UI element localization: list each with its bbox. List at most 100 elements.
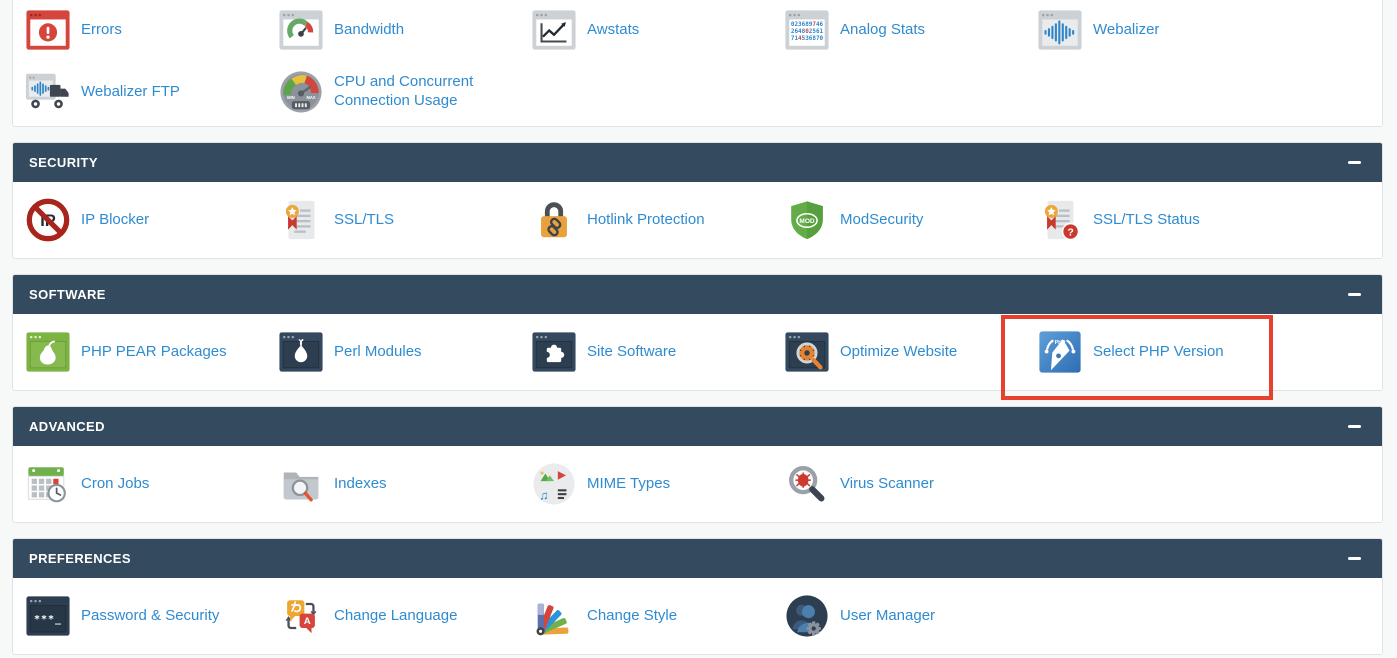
svg-text:MOD: MOD	[799, 218, 814, 225]
item-label: SSL/TLS Status	[1093, 211, 1200, 230]
section-body-metrics: Errors Bandwidth Awstats0236897462648025…	[13, 0, 1382, 126]
item-analog-stats[interactable]: 023689746264802561714536870 Analog Stats	[772, 6, 1025, 54]
section-title: PREFERENCES	[29, 551, 131, 566]
item-label: IP Blocker	[81, 211, 149, 230]
item-errors[interactable]: Errors	[13, 6, 266, 54]
item-label: Virus Scanner	[840, 475, 934, 494]
media-types-icon: ♫	[531, 461, 577, 507]
item-label: Bandwidth	[334, 21, 404, 40]
item-php-pear-packages[interactable]: PHP PEAR Packages	[13, 328, 266, 376]
bandwidth-icon	[278, 7, 324, 53]
section-title: SECURITY	[29, 155, 98, 170]
item-label: User Manager	[840, 607, 935, 626]
shield-icon: MOD	[784, 197, 830, 243]
php-gauge-icon: PHP	[1037, 329, 1083, 375]
item-mime-types[interactable]: ♫ MIME Types	[519, 460, 772, 508]
item-label: Change Style	[587, 607, 677, 626]
minus-icon	[1348, 293, 1361, 297]
item-awstats[interactable]: Awstats	[519, 6, 772, 54]
cpanel-home-page: Errors Bandwidth Awstats0236897462648025…	[0, 0, 1397, 655]
padlock-chain-icon	[531, 197, 577, 243]
section-body-security: IP IP Blocker SSL/TLS Hotlink Protection…	[13, 182, 1382, 258]
cpu-gauge-icon: MIN MAX	[278, 69, 324, 115]
item-label: Errors	[81, 21, 122, 40]
svg-text:714536870: 714536870	[791, 35, 824, 42]
minus-icon	[1348, 557, 1361, 561]
item-bandwidth[interactable]: Bandwidth	[266, 6, 519, 54]
item-cpu-concurrent-usage[interactable]: MIN MAX CPU and Concurrent Connection Us…	[266, 68, 519, 116]
item-modsecurity[interactable]: MOD ModSecurity	[772, 196, 1025, 244]
password-terminal-icon: ***_	[25, 593, 71, 639]
item-cron-jobs[interactable]: Cron Jobs	[13, 460, 266, 508]
section-title: SOFTWARE	[29, 287, 106, 302]
item-label: Analog Stats	[840, 21, 925, 40]
item-perl-modules[interactable]: Perl Modules	[266, 328, 519, 376]
item-label: Change Language	[334, 607, 457, 626]
minus-icon	[1348, 425, 1361, 429]
analog-stats-icon: 023689746264802561714536870	[784, 7, 830, 53]
item-label: PHP PEAR Packages	[81, 343, 227, 362]
section-body-preferences: ***_ Password & Security A Change Language…	[13, 578, 1382, 654]
item-label: Cron Jobs	[81, 475, 149, 494]
item-change-style[interactable]: Change Style	[519, 592, 772, 640]
section-header-security: SECURITY	[13, 143, 1382, 182]
item-label: Site Software	[587, 343, 676, 362]
item-ssl-tls[interactable]: SSL/TLS	[266, 196, 519, 244]
webalizer-icon	[1037, 7, 1083, 53]
section-metrics: Errors Bandwidth Awstats0236897462648025…	[12, 0, 1383, 127]
item-label: Webalizer FTP	[81, 83, 180, 102]
bug-magnifier-icon	[784, 461, 830, 507]
item-label: MIME Types	[587, 475, 670, 494]
section-security: SECURITY IP IP Blocker SSL/TLS Hotlink P…	[12, 142, 1383, 259]
svg-text:***_: ***_	[34, 614, 62, 625]
item-label: Perl Modules	[334, 343, 422, 362]
svg-text:?: ?	[1067, 226, 1073, 238]
svg-text:023689746: 023689746	[791, 21, 824, 28]
translate-icon: A	[278, 593, 324, 639]
item-password-security[interactable]: ***_ Password & Security	[13, 592, 266, 640]
item-label: SSL/TLS	[334, 211, 394, 230]
minus-icon	[1348, 161, 1361, 165]
item-ssl-tls-status[interactable]: ? SSL/TLS Status	[1025, 196, 1278, 244]
swatches-icon	[531, 593, 577, 639]
collapse-section-button[interactable]	[1346, 287, 1362, 303]
section-header-preferences: PREFERENCES	[13, 539, 1382, 578]
puzzle-icon	[531, 329, 577, 375]
item-label: ModSecurity	[840, 211, 923, 230]
onion-icon	[278, 329, 324, 375]
item-label: Hotlink Protection	[587, 211, 705, 230]
webalizer-ftp-icon	[25, 69, 71, 115]
item-virus-scanner[interactable]: Virus Scanner	[772, 460, 1025, 508]
item-select-php-version[interactable]: PHP Select PHP Version	[1025, 328, 1278, 376]
item-hotlink-protection[interactable]: Hotlink Protection	[519, 196, 772, 244]
section-header-advanced: ADVANCED	[13, 407, 1382, 446]
item-label: Indexes	[334, 475, 387, 494]
collapse-section-button[interactable]	[1346, 155, 1362, 171]
item-label: Password & Security	[81, 607, 219, 626]
svg-text:264802561: 264802561	[791, 28, 824, 35]
item-user-manager[interactable]: User Manager	[772, 592, 1025, 640]
item-label: Optimize Website	[840, 343, 957, 362]
errors-icon	[25, 7, 71, 53]
awstats-icon	[531, 7, 577, 53]
section-header-software: SOFTWARE	[13, 275, 1382, 314]
item-optimize-website[interactable]: Optimize Website	[772, 328, 1025, 376]
item-label: CPU and Concurrent Connection Usage	[334, 73, 511, 111]
certificate-icon	[278, 197, 324, 243]
item-indexes[interactable]: Indexes	[266, 460, 519, 508]
collapse-section-button[interactable]	[1346, 419, 1362, 435]
item-webalizer-ftp[interactable]: Webalizer FTP	[13, 68, 266, 116]
item-ip-blocker[interactable]: IP IP Blocker	[13, 196, 266, 244]
svg-text:MIN: MIN	[287, 95, 295, 100]
collapse-section-button[interactable]	[1346, 551, 1362, 567]
pear-icon	[25, 329, 71, 375]
item-label: Select PHP Version	[1093, 343, 1224, 362]
item-change-language[interactable]: A Change Language	[266, 592, 519, 640]
magnifier-gear-icon	[784, 329, 830, 375]
item-webalizer[interactable]: Webalizer	[1025, 6, 1278, 54]
folder-magnifier-icon	[278, 461, 324, 507]
svg-text:A: A	[304, 616, 311, 627]
section-body-advanced: Cron Jobs Indexes ♫ MIME Types Virus Sca…	[13, 446, 1382, 522]
section-software: SOFTWARE PHP PEAR Packages Perl Modules …	[12, 274, 1383, 391]
item-site-software[interactable]: Site Software	[519, 328, 772, 376]
